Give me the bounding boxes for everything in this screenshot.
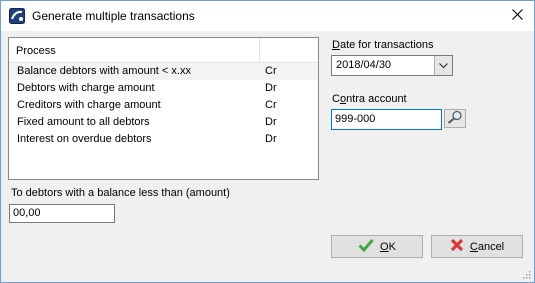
date-select[interactable]: 2018/04/30	[331, 55, 453, 76]
column-separator[interactable]	[259, 38, 260, 62]
list-item[interactable]: Balance debtors with amount < x.xx Cr	[9, 63, 318, 80]
resize-grip-icon[interactable]	[521, 269, 531, 279]
process-name: Debtors with charge amount	[17, 82, 155, 94]
date-label: Date for transactions	[332, 39, 434, 51]
check-icon	[358, 238, 374, 255]
process-name: Fixed amount to all debtors	[17, 116, 150, 128]
cancel-x-icon	[450, 238, 464, 255]
title-bar: Generate multiple transactions	[1, 1, 534, 31]
process-type: Dr	[265, 133, 277, 145]
process-name: Creditors with charge amount	[17, 99, 161, 111]
contra-lookup-button[interactable]	[444, 109, 466, 128]
list-item[interactable]: Fixed amount to all debtors Dr	[9, 114, 318, 131]
cancel-button[interactable]: Cancel	[431, 235, 523, 258]
contra-account-input[interactable]: 999-000	[331, 109, 442, 130]
process-type: Dr	[265, 116, 277, 128]
close-icon	[511, 9, 523, 23]
dialog-window: Generate multiple transactions Process B…	[0, 0, 535, 283]
magnifier-icon	[447, 110, 463, 127]
amount-input[interactable]: 00,00	[9, 204, 115, 223]
list-item[interactable]: Debtors with charge amount Dr	[9, 80, 318, 97]
ok-button[interactable]: OK	[331, 235, 423, 258]
date-value: 2018/04/30	[336, 59, 392, 71]
process-list-header: Process	[9, 38, 318, 63]
process-type: Dr	[265, 82, 277, 94]
window-title: Generate multiple transactions	[32, 9, 195, 23]
process-type: Cr	[265, 99, 277, 111]
chevron-down-icon	[439, 60, 448, 72]
close-button[interactable]	[500, 1, 534, 31]
list-item[interactable]: Interest on overdue debtors Dr	[9, 131, 318, 148]
cancel-button-label: Cancel	[469, 240, 505, 253]
process-list[interactable]: Process Balance debtors with amount < x.…	[8, 37, 319, 180]
process-column-header[interactable]: Process	[16, 45, 56, 57]
process-type: Cr	[265, 65, 277, 77]
date-dropdown-button[interactable]	[434, 56, 452, 75]
process-name: Balance debtors with amount < x.xx	[17, 65, 191, 77]
list-item[interactable]: Creditors with charge amount Cr	[9, 97, 318, 114]
ok-button-label: OK	[380, 240, 396, 253]
process-name: Interest on overdue debtors	[17, 133, 152, 145]
app-icon	[9, 8, 25, 24]
amount-label: To debtors with a balance less than (amo…	[11, 187, 230, 199]
contra-label: Contra account	[332, 93, 407, 105]
